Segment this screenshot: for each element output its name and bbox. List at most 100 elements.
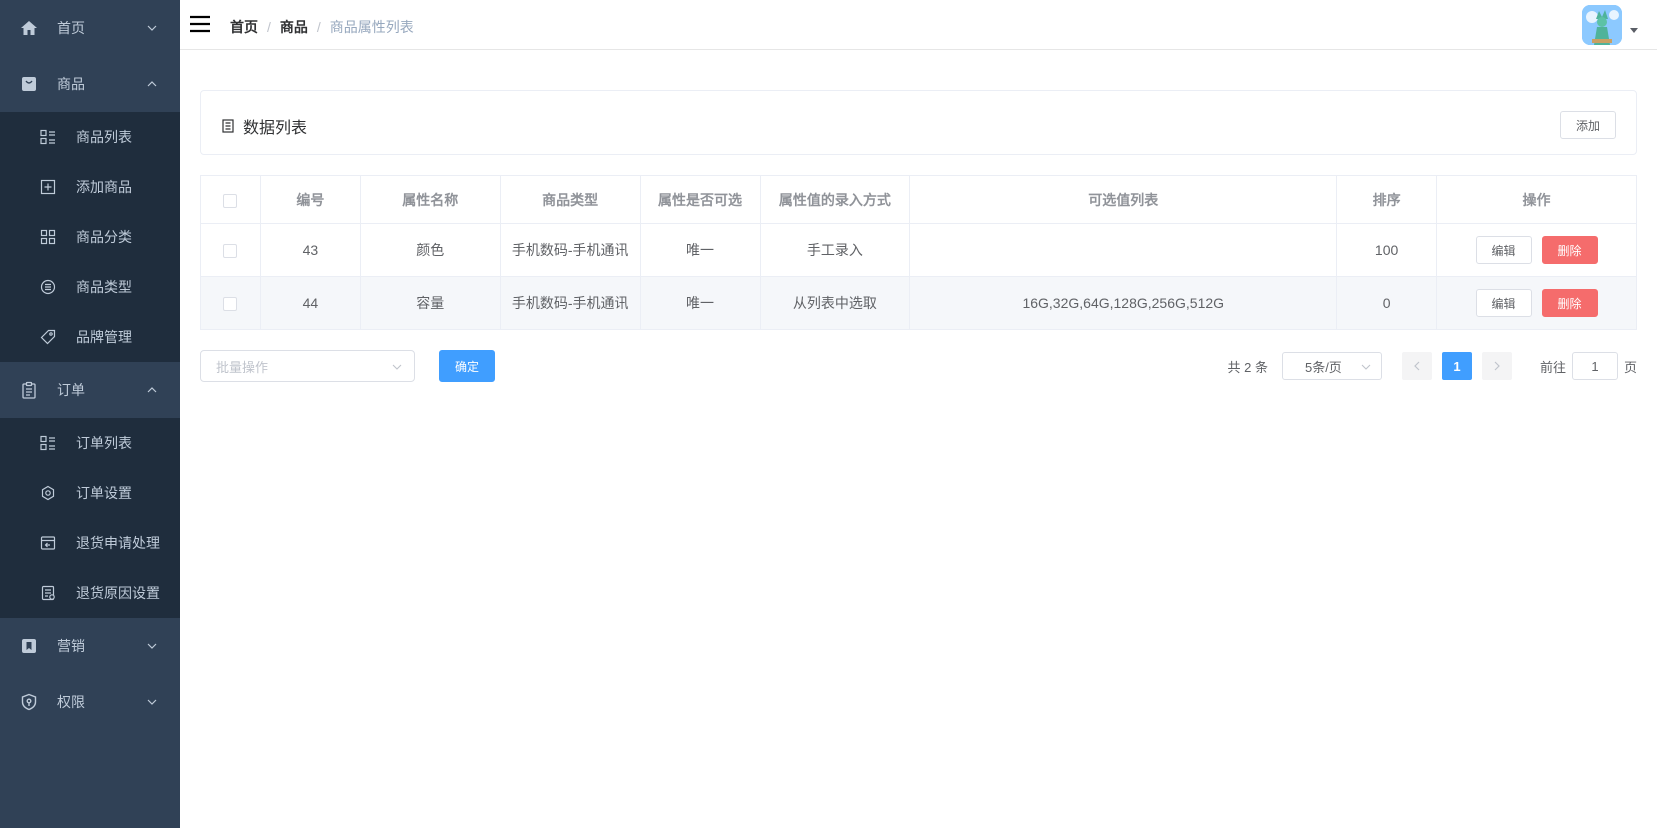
prev-page-button[interactable] bbox=[1401, 352, 1432, 380]
chevron-down-icon bbox=[392, 364, 402, 370]
sidebar-item-marketing[interactable]: 营销 bbox=[0, 618, 180, 674]
confirm-button[interactable]: 确定 bbox=[439, 350, 495, 382]
column-header: 属性名称 bbox=[360, 175, 501, 224]
delete-button[interactable]: 删除 bbox=[1541, 236, 1598, 264]
sidebar-item-label: 商品分类 bbox=[76, 229, 132, 245]
cell-sort: 100 bbox=[1336, 223, 1438, 277]
page-size-select[interactable]: 5条/页 bbox=[1281, 352, 1382, 380]
sidebar-item-label: 订单 bbox=[57, 382, 85, 398]
hamburger-menu-icon[interactable] bbox=[190, 15, 210, 33]
page-suffix: 页 bbox=[1623, 359, 1637, 375]
cell-values bbox=[909, 223, 1338, 277]
chevron-right-icon bbox=[1494, 361, 1500, 371]
bottom-bar: 批量操作 确定 共 2 条 5条/页 1 前往 页 bbox=[200, 350, 1637, 382]
sidebar-item-label: 营销 bbox=[57, 638, 85, 654]
gear-icon bbox=[40, 485, 56, 501]
edit-button[interactable]: 编辑 bbox=[1475, 289, 1532, 317]
page-size-value: 5条/页 bbox=[1304, 359, 1342, 375]
column-header: 操作 bbox=[1436, 175, 1637, 224]
bookmark-icon bbox=[20, 637, 38, 655]
list-icon bbox=[40, 435, 56, 451]
sidebar-item-brand-management[interactable]: 品牌管理 bbox=[0, 312, 180, 362]
navbar: 首页 / 商品 / 商品属性列表 bbox=[180, 0, 1657, 50]
page-number-current[interactable]: 1 bbox=[1441, 352, 1472, 380]
chevron-up-icon bbox=[147, 387, 157, 393]
delete-button[interactable]: 删除 bbox=[1541, 289, 1598, 317]
row-checkbox[interactable] bbox=[223, 297, 238, 312]
sidebar-item-products[interactable]: 商品 bbox=[0, 56, 180, 112]
cell-selectable: 唯一 bbox=[640, 276, 761, 330]
sidebar-item-label: 添加商品 bbox=[76, 179, 132, 195]
edit-button[interactable]: 编辑 bbox=[1475, 236, 1532, 264]
sidebar-item-product-category[interactable]: 商品分类 bbox=[0, 212, 180, 262]
chevron-down-icon bbox=[147, 25, 157, 31]
table-row: 43 颜色 手机数码-手机通讯 唯一 手工录入 100 编辑 删除 bbox=[200, 223, 1637, 277]
avatar[interactable] bbox=[1582, 5, 1622, 45]
row-select-cell bbox=[200, 276, 261, 330]
next-page-button[interactable] bbox=[1481, 352, 1512, 380]
submenu-products: 商品列表 添加商品 商品分类 商品类型 品牌管理 bbox=[0, 112, 180, 362]
sidebar-item-return-reasons[interactable]: 退货原因设置 bbox=[0, 568, 180, 618]
list-icon bbox=[40, 129, 56, 145]
sidebar-item-label: 首页 bbox=[57, 20, 85, 36]
caret-down-icon[interactable] bbox=[1630, 28, 1638, 33]
sidebar-item-product-list[interactable]: 商品列表 bbox=[0, 112, 180, 162]
sidebar-item-label: 品牌管理 bbox=[76, 329, 132, 345]
column-header: 属性值的录入方式 bbox=[760, 175, 911, 224]
column-header: 商品类型 bbox=[500, 175, 641, 224]
batch-select-placeholder: 批量操作 bbox=[216, 359, 269, 375]
sidebar-item-label: 商品列表 bbox=[76, 129, 132, 145]
chevron-down-icon bbox=[147, 643, 157, 649]
pagination: 共 2 条 5条/页 1 前往 页 bbox=[1227, 350, 1637, 382]
cell-name: 容量 bbox=[360, 276, 501, 330]
goto-label: 前往 bbox=[1539, 359, 1566, 375]
add-button[interactable]: 添加 bbox=[1560, 111, 1616, 139]
sidebar-item-label: 订单设置 bbox=[76, 485, 132, 501]
return-icon bbox=[40, 535, 56, 551]
select-all-cell bbox=[200, 175, 261, 224]
sidebar-item-home[interactable]: 首页 bbox=[0, 0, 180, 56]
sidebar-item-label: 商品类型 bbox=[76, 279, 132, 295]
cell-type: 手机数码-手机通讯 bbox=[500, 276, 641, 330]
clipboard-icon bbox=[20, 381, 38, 399]
column-header: 排序 bbox=[1336, 175, 1438, 224]
row-checkbox[interactable] bbox=[223, 244, 238, 259]
sidebar-item-label: 商品 bbox=[57, 76, 85, 92]
sidebar-item-add-product[interactable]: 添加商品 bbox=[0, 162, 180, 212]
breadcrumb-home[interactable]: 首页 bbox=[230, 17, 258, 37]
table-header-row: 编号 属性名称 商品类型 属性是否可选 属性值的录入方式 可选值列表 排序 操作 bbox=[200, 175, 1637, 224]
chevron-down-icon bbox=[1361, 364, 1371, 370]
list-circle-icon bbox=[40, 279, 56, 295]
sidebar-item-label: 退货申请处理 bbox=[76, 535, 160, 551]
goto-page-input[interactable] bbox=[1571, 352, 1618, 380]
cell-selectable: 唯一 bbox=[640, 223, 761, 277]
select-all-checkbox[interactable] bbox=[223, 193, 238, 208]
breadcrumb-products[interactable]: 商品 bbox=[280, 17, 308, 37]
cell-type: 手机数码-手机通讯 bbox=[500, 223, 641, 277]
row-select-cell bbox=[200, 223, 261, 277]
pagination-total: 共 2 条 bbox=[1227, 359, 1268, 375]
sidebar-item-order-settings[interactable]: 订单设置 bbox=[0, 468, 180, 518]
cell-input-type: 从列表中选取 bbox=[760, 276, 911, 330]
sidebar-item-label: 权限 bbox=[57, 694, 85, 710]
sidebar-item-order-list[interactable]: 订单列表 bbox=[0, 418, 180, 468]
sidebar: 首页 商品 商品列表 添加商品 商品分类 商品类型 品牌管理 订单 订单列表 订… bbox=[0, 0, 180, 828]
table-row: 44 容量 手机数码-手机通讯 唯一 从列表中选取 16G,32G,64G,12… bbox=[200, 276, 1637, 330]
sidebar-item-return-requests[interactable]: 退货申请处理 bbox=[0, 518, 180, 568]
card-title-text: 数据列表 bbox=[243, 120, 308, 137]
batch-operation-select[interactable]: 批量操作 bbox=[200, 350, 415, 382]
chevron-up-icon bbox=[147, 81, 157, 87]
cell-id: 43 bbox=[260, 223, 361, 277]
home-icon bbox=[20, 19, 38, 37]
column-header: 可选值列表 bbox=[909, 175, 1338, 224]
breadcrumb-separator: / bbox=[267, 19, 271, 35]
cell-name: 颜色 bbox=[360, 223, 501, 277]
sidebar-item-product-type[interactable]: 商品类型 bbox=[0, 262, 180, 312]
sidebar-item-orders[interactable]: 订单 bbox=[0, 362, 180, 418]
chevron-down-icon bbox=[147, 699, 157, 705]
document-icon bbox=[40, 585, 56, 601]
sidebar-item-permissions[interactable]: 权限 bbox=[0, 674, 180, 730]
card-title: 数据列表 bbox=[221, 114, 307, 138]
column-header: 编号 bbox=[260, 175, 361, 224]
attribute-table: 编号 属性名称 商品类型 属性是否可选 属性值的录入方式 可选值列表 排序 操作… bbox=[200, 175, 1637, 330]
